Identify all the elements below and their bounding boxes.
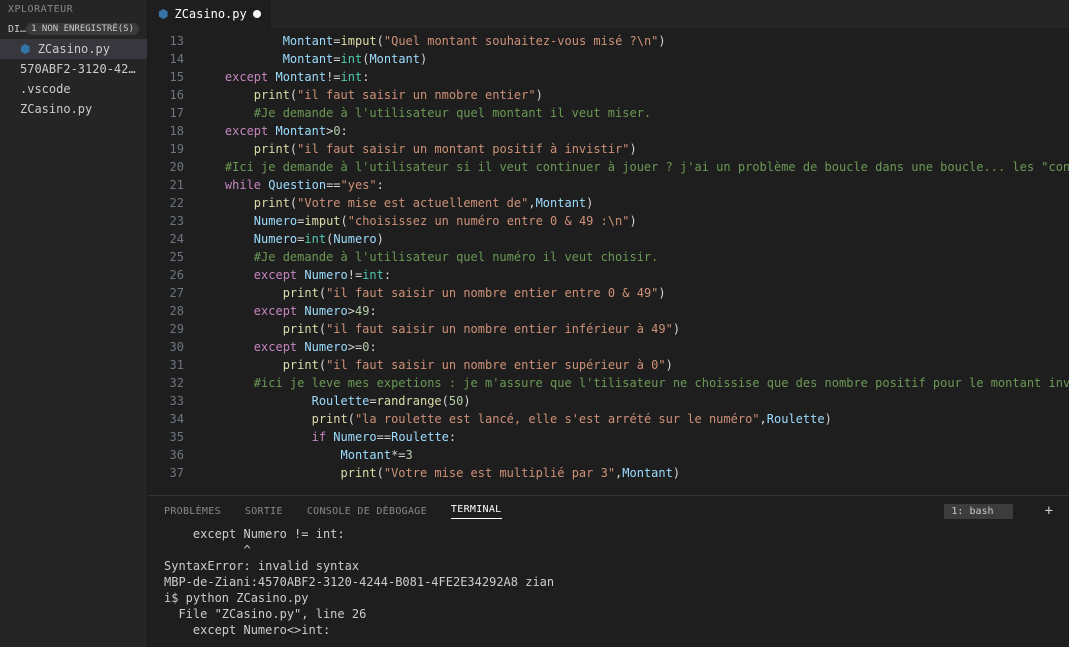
panel-tabs: PROBLÈMES SORTIE CONSOLE DE DÉBOGAGE TERMIN… xyxy=(148,496,1069,526)
editor-tabs: ⬢ ZCasino.py xyxy=(148,0,1069,28)
panel-tab-sortie[interactable]: SORTIE xyxy=(245,506,283,517)
python-icon: ⬢ xyxy=(158,7,168,21)
unsaved-badge: 1 NON ENREGISTRÉ(S) xyxy=(26,23,139,35)
sidebar-item[interactable]: 570ABF2-3120-4244-B… xyxy=(0,59,147,79)
sidebar-item[interactable]: ZCasino.py xyxy=(0,99,147,119)
explorer-title: XPLORATEUR xyxy=(0,0,147,19)
bottom-panel: PROBLÈMES SORTIE CONSOLE DE DÉBOGAGE TERMIN… xyxy=(148,495,1069,647)
sidebar-item[interactable]: ⬢ ZCasino.py xyxy=(0,39,147,59)
tab-zcasino[interactable]: ⬢ ZCasino.py xyxy=(148,0,272,28)
panel-tab-terminal[interactable]: TERMINAL xyxy=(451,504,502,519)
explorer-sidebar: XPLORATEUR DI… 1 NON ENREGISTRÉ(S) ⬢ ZCa… xyxy=(0,0,148,647)
code-editor[interactable]: 1314151617181920212223242526272829303132… xyxy=(148,28,1069,495)
open-editors-header[interactable]: DI… 1 NON ENREGISTRÉ(S) xyxy=(0,19,147,39)
dirty-indicator-icon xyxy=(253,10,261,18)
panel-tab-problèmes[interactable]: PROBLÈMES xyxy=(164,506,221,517)
terminal-selector[interactable]: 1: bash xyxy=(944,504,1012,519)
line-gutter: 1314151617181920212223242526272829303132… xyxy=(148,28,196,495)
code-content[interactable]: Montant=imput("Quel montant souhaitez-vo… xyxy=(196,28,1069,495)
terminal-output[interactable]: except Numero != int: ^ SyntaxError: inv… xyxy=(148,526,1069,647)
panel-tab-console de débogage[interactable]: CONSOLE DE DÉBOGAGE xyxy=(307,506,427,517)
tab-label: ZCasino.py xyxy=(174,7,246,21)
sidebar-item[interactable]: .vscode xyxy=(0,79,147,99)
new-terminal-icon[interactable]: + xyxy=(1045,503,1053,519)
